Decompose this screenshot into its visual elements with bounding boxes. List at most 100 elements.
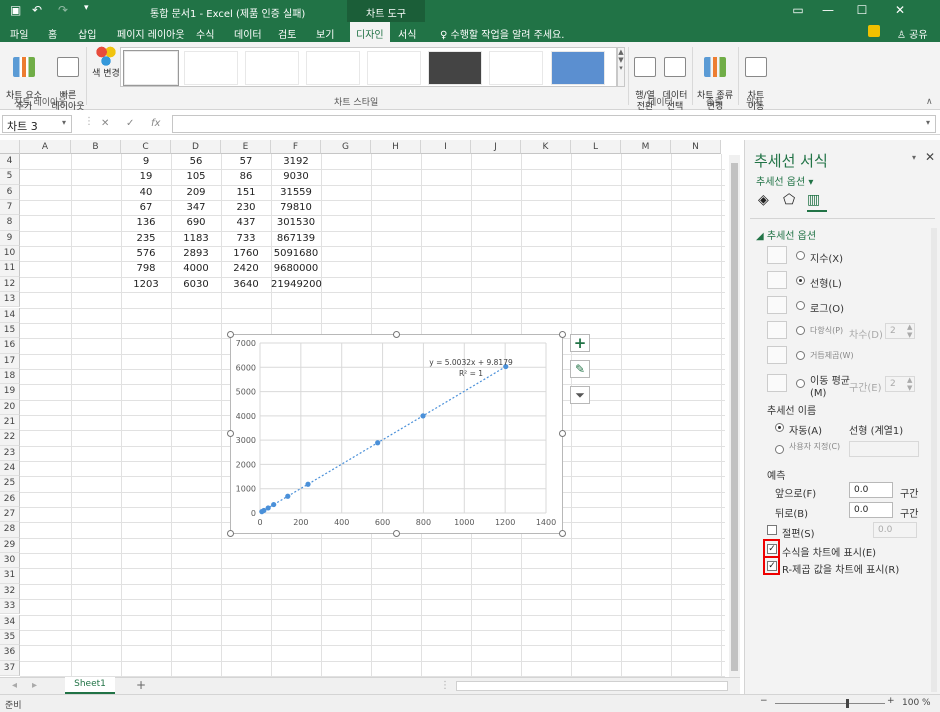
row-header-7[interactable]: 7	[0, 200, 20, 216]
chart-filters-funnel-icon[interactable]: ⏷	[570, 386, 590, 404]
row-header-14[interactable]: 14	[0, 307, 20, 323]
vertical-scrollbar[interactable]	[729, 155, 740, 677]
cell-e8[interactable]: 437	[221, 215, 271, 230]
row-header-23[interactable]: 23	[0, 445, 20, 461]
cell-c7[interactable]: 67	[121, 200, 171, 215]
chart-style-5[interactable]	[367, 51, 421, 85]
chart-elements-plus-icon[interactable]: +	[570, 334, 590, 352]
cell-f8[interactable]: 301530	[271, 215, 321, 230]
expand-formula-icon[interactable]: ▾	[926, 118, 930, 127]
cell-e5[interactable]: 86	[221, 169, 271, 184]
column-header-d[interactable]: D	[171, 140, 221, 154]
row-header-32[interactable]: 32	[0, 583, 20, 600]
radio-linear[interactable]	[796, 276, 805, 285]
horizontal-scrollbar[interactable]	[456, 681, 728, 691]
cell-e9[interactable]: 733	[221, 231, 271, 246]
row-header-6[interactable]: 6	[0, 184, 20, 201]
row-header-4[interactable]: 4	[0, 154, 20, 170]
fill-line-icon[interactable]: ◈	[758, 192, 769, 208]
cell-d8[interactable]: 690	[171, 215, 221, 230]
row-header-26[interactable]: 26	[0, 491, 20, 508]
chart-style-4[interactable]	[306, 51, 360, 85]
effects-icon[interactable]: ⬠	[783, 192, 795, 208]
cancel-icon[interactable]: ✕	[101, 118, 109, 129]
chart-style-1[interactable]	[123, 50, 179, 86]
cell-c9[interactable]: 235	[121, 231, 171, 246]
column-header-j[interactable]: J	[471, 140, 521, 154]
cell-f5[interactable]: 9030	[271, 169, 321, 184]
order-spinner-icon[interactable]: ▲ ▼	[907, 323, 912, 339]
tab-review[interactable]: 검토	[278, 26, 296, 41]
radio-power[interactable]	[796, 351, 805, 360]
row-header-19[interactable]: 19	[0, 384, 20, 400]
chart-style-3[interactable]	[245, 51, 299, 85]
insert-function-icon[interactable]: fx	[151, 118, 160, 129]
row-header-35[interactable]: 35	[0, 629, 20, 646]
cell-d4[interactable]: 56	[171, 154, 221, 169]
name-box-dropdown-icon[interactable]: ▾	[62, 118, 66, 127]
row-header-20[interactable]: 20	[0, 399, 20, 415]
pane-scrollbar[interactable]	[931, 228, 937, 692]
resize-handle[interactable]	[393, 331, 400, 338]
cell-e10[interactable]: 1760	[221, 246, 271, 261]
cell-f9[interactable]: 867139	[271, 231, 321, 246]
period-spinner-icon[interactable]: ▲ ▼	[907, 376, 912, 392]
row-header-12[interactable]: 12	[0, 276, 20, 293]
scatter-chart[interactable]: 0 1000 2000 3000 4000 5000 6000 7000 0 200 400 600 8…	[230, 334, 563, 534]
change-colors-button[interactable]: 색 변경	[89, 46, 123, 80]
tab-format[interactable]: 서식	[398, 26, 416, 41]
vertical-scroll-thumb[interactable]	[731, 163, 738, 671]
row-header-11[interactable]: 11	[0, 261, 20, 277]
zoom-level[interactable]: 100 %	[902, 698, 931, 708]
sheet-tab-sheet1[interactable]: Sheet1	[65, 677, 115, 694]
save-icon[interactable]: ▣	[10, 3, 21, 17]
pane-options-dropdown-icon[interactable]: ▾	[912, 153, 916, 162]
zoom-slider[interactable]	[775, 703, 885, 704]
close-icon[interactable]: ✕	[890, 3, 910, 17]
column-header-l[interactable]: L	[571, 140, 621, 154]
zoom-out-icon[interactable]: −	[760, 696, 768, 706]
tab-design[interactable]: 디자인	[350, 22, 390, 42]
checkbox-intercept[interactable]	[767, 525, 777, 535]
cell-c5[interactable]: 19	[121, 169, 171, 184]
column-header-i[interactable]: I	[421, 140, 471, 154]
maximize-icon[interactable]: ☐	[852, 3, 872, 17]
radio-name-auto[interactable]	[775, 423, 784, 432]
cell-d9[interactable]: 1183	[171, 231, 221, 246]
resize-handle[interactable]	[559, 331, 566, 338]
row-header-10[interactable]: 10	[0, 246, 20, 262]
column-header-e[interactable]: E	[221, 140, 271, 154]
section-trendline-options[interactable]: ◢ 추세선 옵션	[756, 227, 816, 242]
column-header-n[interactable]: N	[671, 140, 721, 154]
chart-styles-brush-icon[interactable]: ✎	[570, 360, 590, 378]
prev-sheet-icon[interactable]: ◂	[12, 680, 17, 691]
row-header-21[interactable]: 21	[0, 414, 20, 431]
cell-c10[interactable]: 576	[121, 246, 171, 261]
cell-f4[interactable]: 3192	[271, 154, 321, 169]
tab-file[interactable]: 파일	[10, 26, 28, 41]
tab-insert[interactable]: 삽입	[78, 26, 96, 41]
tab-page-layout[interactable]: 페이지 레이아웃	[117, 26, 185, 41]
row-header-13[interactable]: 13	[0, 292, 20, 308]
trendline-options-icon[interactable]: ▥	[807, 192, 827, 212]
resize-handle[interactable]	[227, 331, 234, 338]
row-header-24[interactable]: 24	[0, 461, 20, 477]
cell-e11[interactable]: 2420	[221, 261, 271, 276]
resize-handle[interactable]	[559, 430, 566, 437]
custom-name-input[interactable]	[849, 441, 919, 457]
cell-d6[interactable]: 209	[171, 185, 221, 200]
row-header-9[interactable]: 9	[0, 230, 20, 247]
redo-icon[interactable]: ↷	[58, 3, 68, 17]
row-header-28[interactable]: 28	[0, 522, 20, 538]
row-header-27[interactable]: 27	[0, 507, 20, 523]
chart-style-7[interactable]	[489, 51, 543, 85]
cell-d10[interactable]: 2893	[171, 246, 221, 261]
column-header-m[interactable]: M	[621, 140, 671, 154]
cell-d5[interactable]: 105	[171, 169, 221, 184]
next-sheet-icon[interactable]: ▸	[32, 680, 37, 691]
cell-c8[interactable]: 136	[121, 215, 171, 230]
radio-moving-average[interactable]	[796, 379, 805, 388]
row-header-22[interactable]: 22	[0, 430, 20, 446]
minimize-icon[interactable]: —	[818, 3, 838, 17]
share-button[interactable]: ♙ 공유	[897, 26, 928, 41]
